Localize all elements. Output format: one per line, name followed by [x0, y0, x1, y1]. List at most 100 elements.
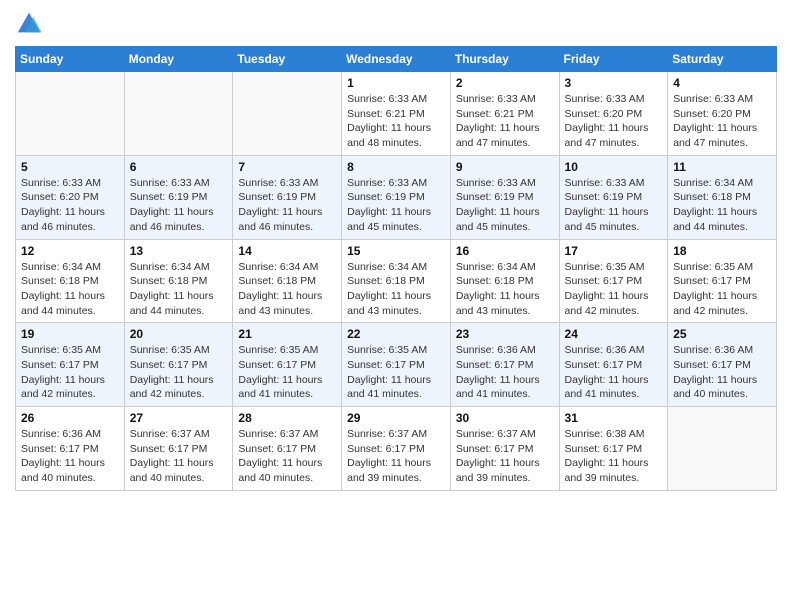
weekday-header: Thursday — [450, 47, 559, 72]
day-number: 9 — [456, 160, 554, 174]
calendar-cell: 3 Sunrise: 6:33 AM Sunset: 6:20 PM Daylig… — [559, 72, 668, 156]
weekday-header: Friday — [559, 47, 668, 72]
day-info: Sunrise: 6:34 AM Sunset: 6:18 PM Dayligh… — [130, 260, 228, 319]
day-number: 4 — [673, 76, 771, 90]
day-number: 10 — [565, 160, 663, 174]
calendar-header-row: SundayMondayTuesdayWednesdayThursdayFrid… — [16, 47, 777, 72]
calendar-cell — [124, 72, 233, 156]
calendar-week-row: 19 Sunrise: 6:35 AM Sunset: 6:17 PM Dayli… — [16, 323, 777, 407]
day-number: 27 — [130, 411, 228, 425]
calendar-cell: 9 Sunrise: 6:33 AM Sunset: 6:19 PM Daylig… — [450, 155, 559, 239]
calendar-cell: 5Sunrise: 6:33 AM Sunset: 6:20 PM Daylig… — [16, 155, 125, 239]
day-number: 14 — [238, 244, 336, 258]
calendar-cell — [16, 72, 125, 156]
day-number: 28 — [238, 411, 336, 425]
day-info: Sunrise: 6:35 AM Sunset: 6:17 PM Dayligh… — [565, 260, 663, 319]
calendar-cell: 29 Sunrise: 6:37 AM Sunset: 6:17 PM Dayli… — [342, 407, 451, 491]
calendar-cell: 18 Sunrise: 6:35 AM Sunset: 6:17 PM Dayli… — [668, 239, 777, 323]
calendar-week-row: 1Sunrise: 6:33 AM Sunset: 6:21 PM Daylig… — [16, 72, 777, 156]
calendar-cell: 24Sunrise: 6:36 AM Sunset: 6:17 PM Dayli… — [559, 323, 668, 407]
day-info: Sunrise: 6:38 AM Sunset: 6:17 PM Dayligh… — [565, 427, 663, 486]
day-info: Sunrise: 6:37 AM Sunset: 6:17 PM Dayligh… — [347, 427, 445, 486]
calendar-cell — [668, 407, 777, 491]
calendar-cell: 6Sunrise: 6:33 AM Sunset: 6:19 PM Daylig… — [124, 155, 233, 239]
calendar-cell: 14 Sunrise: 6:34 AM Sunset: 6:18 PM Dayli… — [233, 239, 342, 323]
calendar-cell: 12 Sunrise: 6:34 AM Sunset: 6:18 PM Dayli… — [16, 239, 125, 323]
day-number: 12 — [21, 244, 119, 258]
day-info: Sunrise: 6:33 AM Sunset: 6:20 PM Dayligh… — [565, 92, 663, 151]
calendar-week-row: 5Sunrise: 6:33 AM Sunset: 6:20 PM Daylig… — [16, 155, 777, 239]
day-info: Sunrise: 6:34 AM Sunset: 6:18 PM Dayligh… — [456, 260, 554, 319]
day-info: Sunrise: 6:37 AM Sunset: 6:17 PM Dayligh… — [130, 427, 228, 486]
day-info: Sunrise: 6:33 AM Sunset: 6:19 PM Dayligh… — [347, 176, 445, 235]
day-number: 20 — [130, 327, 228, 341]
day-info: Sunrise: 6:35 AM Sunset: 6:17 PM Dayligh… — [238, 343, 336, 402]
weekday-header: Tuesday — [233, 47, 342, 72]
logo — [15, 10, 47, 38]
day-number: 29 — [347, 411, 445, 425]
calendar-cell: 15 Sunrise: 6:34 AM Sunset: 6:18 PM Dayli… — [342, 239, 451, 323]
calendar-cell: 22Sunrise: 6:35 AM Sunset: 6:17 PM Dayli… — [342, 323, 451, 407]
day-number: 24 — [565, 327, 663, 341]
day-info: Sunrise: 6:33 AM Sunset: 6:19 PM Dayligh… — [130, 176, 228, 235]
calendar-table: SundayMondayTuesdayWednesdayThursdayFrid… — [15, 46, 777, 491]
weekday-header: Saturday — [668, 47, 777, 72]
day-info: Sunrise: 6:33 AM Sunset: 6:19 PM Dayligh… — [456, 176, 554, 235]
day-number: 31 — [565, 411, 663, 425]
day-number: 17 — [565, 244, 663, 258]
calendar-cell: 17 Sunrise: 6:35 AM Sunset: 6:17 PM Dayli… — [559, 239, 668, 323]
day-info: Sunrise: 6:33 AM Sunset: 6:21 PM Dayligh… — [456, 92, 554, 151]
calendar-cell: 7 Sunrise: 6:33 AM Sunset: 6:19 PM Daylig… — [233, 155, 342, 239]
day-info: Sunrise: 6:34 AM Sunset: 6:18 PM Dayligh… — [347, 260, 445, 319]
calendar-cell: 16 Sunrise: 6:34 AM Sunset: 6:18 PM Dayli… — [450, 239, 559, 323]
logo-icon — [15, 10, 43, 38]
day-number: 15 — [347, 244, 445, 258]
day-number: 2 — [456, 76, 554, 90]
day-number: 16 — [456, 244, 554, 258]
calendar-cell: 11Sunrise: 6:34 AM Sunset: 6:18 PM Dayli… — [668, 155, 777, 239]
day-info: Sunrise: 6:36 AM Sunset: 6:17 PM Dayligh… — [21, 427, 119, 486]
day-number: 25 — [673, 327, 771, 341]
calendar-cell: 28 Sunrise: 6:37 AM Sunset: 6:17 PM Dayli… — [233, 407, 342, 491]
calendar-cell: 13 Sunrise: 6:34 AM Sunset: 6:18 PM Dayli… — [124, 239, 233, 323]
day-number: 18 — [673, 244, 771, 258]
calendar-cell: 4 Sunrise: 6:33 AM Sunset: 6:20 PM Daylig… — [668, 72, 777, 156]
calendar-cell — [233, 72, 342, 156]
calendar-week-row: 12 Sunrise: 6:34 AM Sunset: 6:18 PM Dayli… — [16, 239, 777, 323]
day-number: 13 — [130, 244, 228, 258]
calendar-cell: 2 Sunrise: 6:33 AM Sunset: 6:21 PM Daylig… — [450, 72, 559, 156]
weekday-header: Wednesday — [342, 47, 451, 72]
day-info: Sunrise: 6:37 AM Sunset: 6:17 PM Dayligh… — [238, 427, 336, 486]
day-info: Sunrise: 6:34 AM Sunset: 6:18 PM Dayligh… — [238, 260, 336, 319]
day-info: Sunrise: 6:36 AM Sunset: 6:17 PM Dayligh… — [456, 343, 554, 402]
calendar-cell: 30Sunrise: 6:37 AM Sunset: 6:17 PM Dayli… — [450, 407, 559, 491]
day-number: 7 — [238, 160, 336, 174]
day-number: 26 — [21, 411, 119, 425]
day-info: Sunrise: 6:35 AM Sunset: 6:17 PM Dayligh… — [21, 343, 119, 402]
day-number: 30 — [456, 411, 554, 425]
day-info: Sunrise: 6:33 AM Sunset: 6:21 PM Dayligh… — [347, 92, 445, 151]
page-header — [15, 10, 777, 38]
calendar-cell: 20 Sunrise: 6:35 AM Sunset: 6:17 PM Dayli… — [124, 323, 233, 407]
calendar-cell: 19 Sunrise: 6:35 AM Sunset: 6:17 PM Dayli… — [16, 323, 125, 407]
day-number: 22 — [347, 327, 445, 341]
calendar-cell: 10Sunrise: 6:33 AM Sunset: 6:19 PM Dayli… — [559, 155, 668, 239]
day-number: 3 — [565, 76, 663, 90]
day-info: Sunrise: 6:35 AM Sunset: 6:17 PM Dayligh… — [130, 343, 228, 402]
day-info: Sunrise: 6:33 AM Sunset: 6:20 PM Dayligh… — [673, 92, 771, 151]
day-info: Sunrise: 6:34 AM Sunset: 6:18 PM Dayligh… — [21, 260, 119, 319]
day-number: 21 — [238, 327, 336, 341]
calendar-cell: 8Sunrise: 6:33 AM Sunset: 6:19 PM Daylig… — [342, 155, 451, 239]
day-number: 19 — [21, 327, 119, 341]
day-number: 23 — [456, 327, 554, 341]
calendar-cell: 23 Sunrise: 6:36 AM Sunset: 6:17 PM Dayli… — [450, 323, 559, 407]
day-info: Sunrise: 6:36 AM Sunset: 6:17 PM Dayligh… — [673, 343, 771, 402]
calendar-cell: 31 Sunrise: 6:38 AM Sunset: 6:17 PM Dayli… — [559, 407, 668, 491]
calendar-cell: 1Sunrise: 6:33 AM Sunset: 6:21 PM Daylig… — [342, 72, 451, 156]
calendar-cell: 27 Sunrise: 6:37 AM Sunset: 6:17 PM Dayli… — [124, 407, 233, 491]
day-info: Sunrise: 6:33 AM Sunset: 6:19 PM Dayligh… — [238, 176, 336, 235]
day-number: 11 — [673, 160, 771, 174]
calendar-cell: 25 Sunrise: 6:36 AM Sunset: 6:17 PM Dayli… — [668, 323, 777, 407]
calendar-cell: 26 Sunrise: 6:36 AM Sunset: 6:17 PM Dayli… — [16, 407, 125, 491]
day-info: Sunrise: 6:35 AM Sunset: 6:17 PM Dayligh… — [673, 260, 771, 319]
